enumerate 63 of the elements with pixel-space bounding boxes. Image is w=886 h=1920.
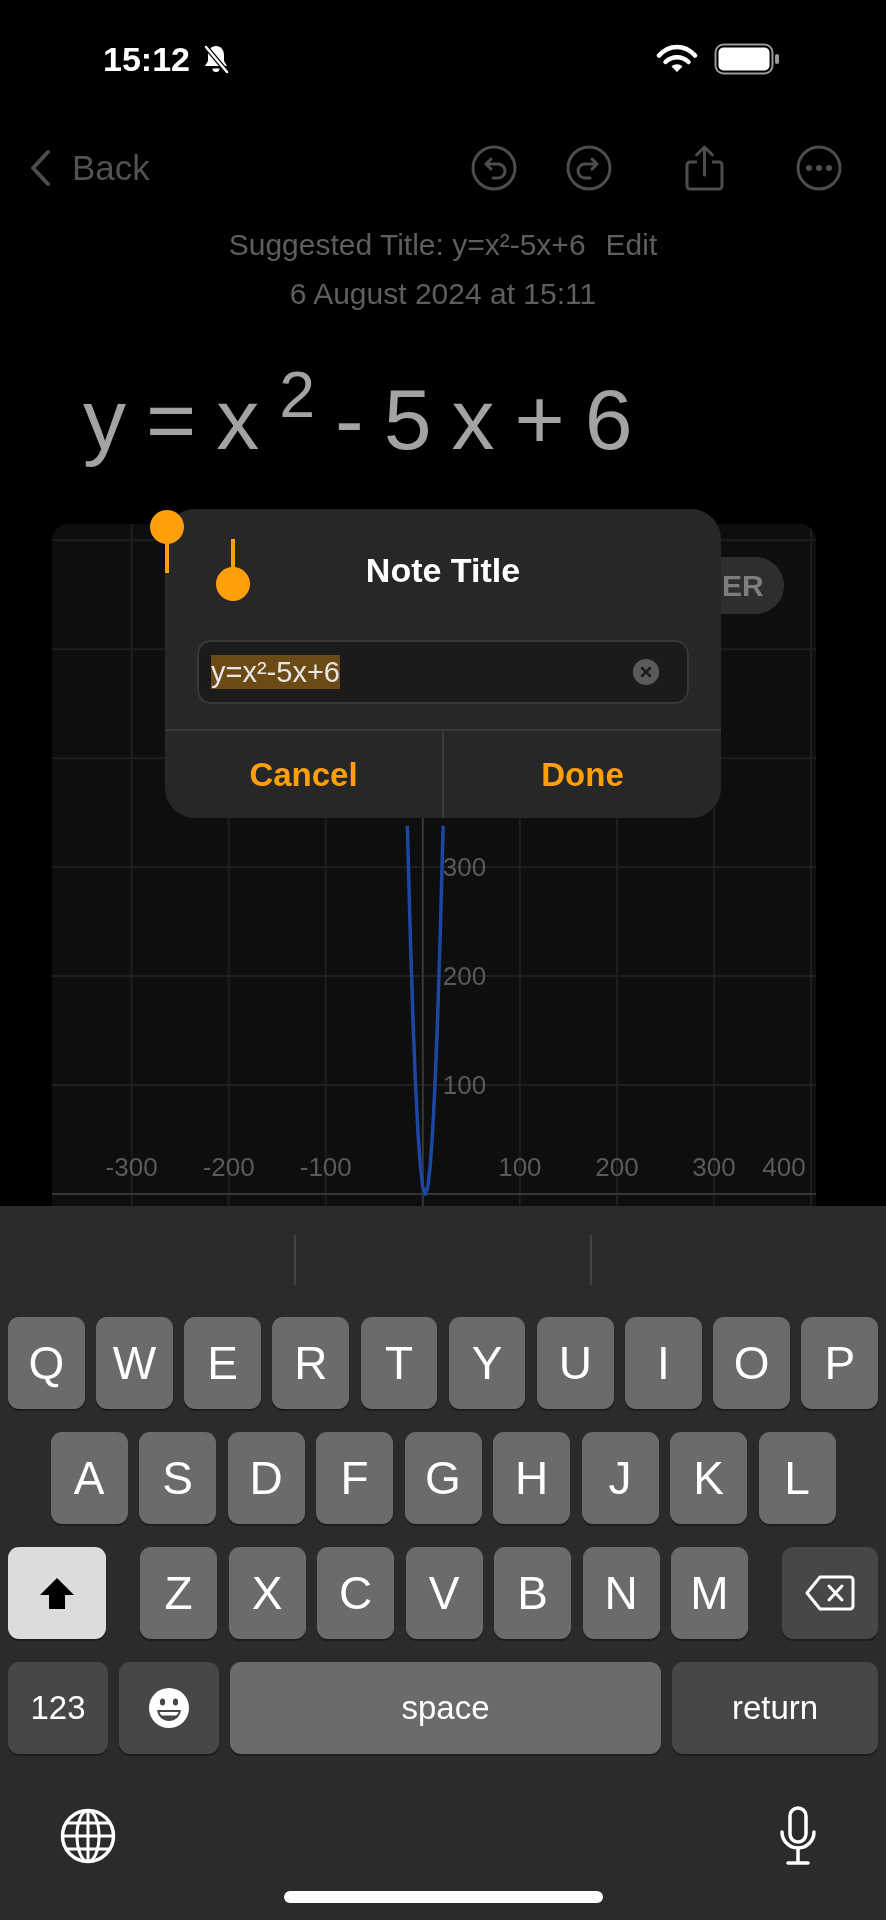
letter-key[interactable]: A bbox=[50, 1432, 128, 1524]
letter-key[interactable]: X bbox=[228, 1547, 306, 1639]
dialog-title: Note Title bbox=[365, 550, 521, 590]
letter-key[interactable]: M bbox=[671, 1547, 748, 1639]
status-time: 15:12 bbox=[103, 39, 190, 79]
x-tick-label: 400 bbox=[762, 1152, 806, 1182]
battery-icon bbox=[714, 43, 780, 75]
letter-key[interactable]: H bbox=[493, 1432, 570, 1524]
y-tick-label: 200 bbox=[442, 961, 487, 992]
clear-button[interactable] bbox=[633, 659, 659, 685]
space-key[interactable]: space bbox=[230, 1662, 661, 1754]
wifi-icon bbox=[656, 44, 698, 74]
shift-arrow-icon bbox=[38, 1575, 76, 1611]
x-tick-label: -200 bbox=[202, 1152, 255, 1182]
globe-icon[interactable] bbox=[60, 1808, 116, 1864]
letter-key[interactable]: V bbox=[405, 1547, 483, 1639]
selection-handle[interactable] bbox=[150, 510, 184, 573]
backspace-icon bbox=[805, 1575, 855, 1611]
smiley-icon bbox=[148, 1687, 190, 1729]
letter-key[interactable]: T bbox=[360, 1317, 438, 1409]
x-tick-label: -300 bbox=[105, 1152, 158, 1182]
emoji-key[interactable] bbox=[119, 1662, 219, 1754]
letter-key[interactable]: J bbox=[581, 1432, 659, 1524]
numbers-key[interactable]: 123 bbox=[8, 1662, 108, 1754]
microphone-icon[interactable] bbox=[777, 1806, 819, 1866]
y-tick-label: 100 bbox=[442, 1070, 487, 1101]
letter-key[interactable]: N bbox=[582, 1547, 660, 1639]
letter-key[interactable]: L bbox=[758, 1432, 836, 1524]
letter-key[interactable]: D bbox=[227, 1432, 305, 1524]
handwritten-equation: y=x$^{2}$-5x+6 bbox=[83, 367, 653, 469]
x-tick-label: 100 bbox=[498, 1152, 542, 1182]
letter-key[interactable]: B bbox=[494, 1547, 571, 1639]
letter-key[interactable]: U bbox=[536, 1317, 614, 1409]
done-button[interactable]: Done bbox=[444, 731, 721, 818]
letter-key[interactable]: S bbox=[139, 1432, 216, 1524]
letter-key[interactable]: I bbox=[625, 1317, 702, 1409]
letter-key[interactable]: C bbox=[317, 1547, 394, 1639]
letter-key[interactable]: F bbox=[316, 1432, 393, 1524]
letter-key[interactable]: Q bbox=[8, 1317, 85, 1409]
letter-key[interactable]: K bbox=[670, 1432, 747, 1524]
letter-key[interactable]: Y bbox=[448, 1317, 526, 1409]
cancel-button[interactable]: Cancel bbox=[165, 731, 442, 818]
return-key[interactable]: return bbox=[672, 1662, 878, 1754]
letter-key[interactable]: P bbox=[801, 1317, 879, 1409]
title-field[interactable]: y=x²-5x+6 bbox=[197, 640, 689, 704]
selection-handle[interactable] bbox=[216, 539, 251, 601]
letter-key[interactable]: Z bbox=[140, 1547, 217, 1639]
shift-key[interactable] bbox=[8, 1547, 106, 1639]
letter-key[interactable]: E bbox=[184, 1317, 261, 1409]
letter-key[interactable]: O bbox=[713, 1317, 790, 1409]
letter-key[interactable]: R bbox=[272, 1317, 350, 1409]
letter-key[interactable]: W bbox=[96, 1317, 173, 1409]
note-date: 6 August 2024 at 15:11 bbox=[289, 276, 597, 312]
chevron-left-icon bbox=[28, 149, 52, 187]
delete-key[interactable] bbox=[782, 1547, 878, 1639]
back-button[interactable]: Back bbox=[28, 147, 150, 189]
y-tick-label: 300 bbox=[442, 852, 487, 883]
letter-key[interactable]: G bbox=[404, 1432, 482, 1524]
x-tick-label: -100 bbox=[299, 1152, 352, 1182]
suggested-title: Suggested Title: y=x²-5x+6 bbox=[228, 227, 586, 263]
edit-link[interactable]: Edit bbox=[605, 225, 658, 265]
x-tick-label: 200 bbox=[595, 1152, 639, 1182]
x-tick-label: 300 bbox=[692, 1152, 736, 1182]
